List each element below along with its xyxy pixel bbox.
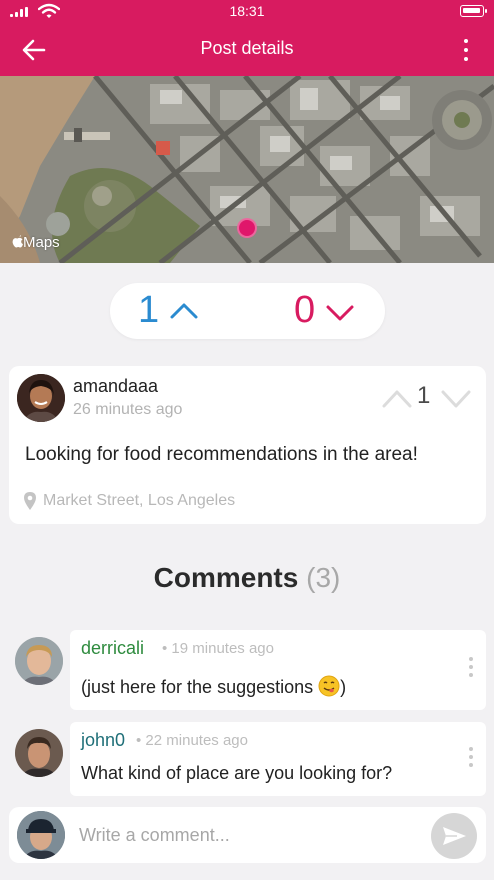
location-pin-icon — [24, 492, 36, 510]
battery-icon — [460, 5, 487, 17]
upvote-count: 1 — [138, 289, 160, 331]
downvote-chevron-icon[interactable] — [324, 297, 356, 325]
comment-body-text: (just here for the suggestions — [81, 677, 319, 697]
comment-author-name[interactable]: john0 — [81, 730, 125, 751]
status-bar: 18:31 — [0, 0, 494, 24]
post-card: amandaaa 26 minutes ago 1 Looking for fo… — [9, 366, 486, 524]
post-body: Looking for food recommendations in the … — [25, 444, 418, 465]
comments-heading-label: Comments — [153, 562, 299, 593]
paper-plane-icon — [443, 827, 466, 845]
maps-label-text: Maps — [23, 234, 60, 251]
comment-body-end: ) — [340, 677, 347, 697]
map-pin — [237, 218, 257, 238]
page-title: Post details — [200, 38, 294, 58]
more-options-icon[interactable] — [456, 38, 476, 62]
post-upvote-chevron-icon[interactable] — [381, 386, 413, 410]
person-photo-icon — [17, 811, 65, 859]
person-photo-icon — [15, 637, 63, 685]
comment-author-name[interactable]: derricali — [81, 638, 144, 659]
comment-composer — [9, 807, 486, 863]
send-button[interactable] — [431, 813, 477, 859]
app-header: 18:31 Post details — [0, 0, 494, 76]
comment-body: (just here for the suggestions ) — [81, 675, 346, 698]
current-user-avatar[interactable] — [17, 811, 65, 859]
comment-timestamp: • 19 minutes ago — [162, 640, 274, 657]
comment-author-avatar[interactable] — [15, 637, 63, 685]
comment-body: What kind of place are you looking for? — [81, 763, 393, 783]
upvote-chevron-icon[interactable] — [168, 297, 200, 325]
post-score: 1 — [417, 382, 431, 409]
comment-card: derricali • 19 minutes ago (just here fo… — [70, 630, 486, 710]
comment-more-icon[interactable] — [466, 656, 476, 678]
yum-face-emoji-icon — [318, 675, 340, 697]
post-timestamp: 26 minutes ago — [73, 401, 183, 418]
post-downvote-chevron-icon[interactable] — [440, 386, 472, 410]
person-photo-icon — [17, 374, 65, 422]
post-location[interactable]: Market Street, Los Angeles — [43, 492, 235, 510]
downvote-count: 0 — [294, 289, 316, 331]
comment-timestamp: • 22 minutes ago — [136, 732, 248, 749]
comment-input[interactable] — [79, 822, 419, 848]
comment-more-icon[interactable] — [466, 746, 476, 768]
vote-summary: 1 0 — [110, 283, 385, 339]
apple-logo-icon — [12, 235, 23, 248]
person-photo-icon — [15, 729, 63, 777]
comment-author-avatar[interactable] — [15, 729, 63, 777]
comments-heading: Comments (3) — [0, 562, 494, 594]
comment-card: john0 • 22 minutes ago What kind of plac… — [70, 722, 486, 796]
post-author-avatar[interactable] — [17, 374, 65, 422]
maps-attribution: Maps — [12, 234, 60, 251]
post-author-name[interactable]: amandaaa — [73, 376, 158, 397]
location-map[interactable]: Maps — [0, 76, 494, 263]
comments-count: (3) — [306, 562, 341, 593]
status-time: 18:31 — [229, 3, 265, 19]
